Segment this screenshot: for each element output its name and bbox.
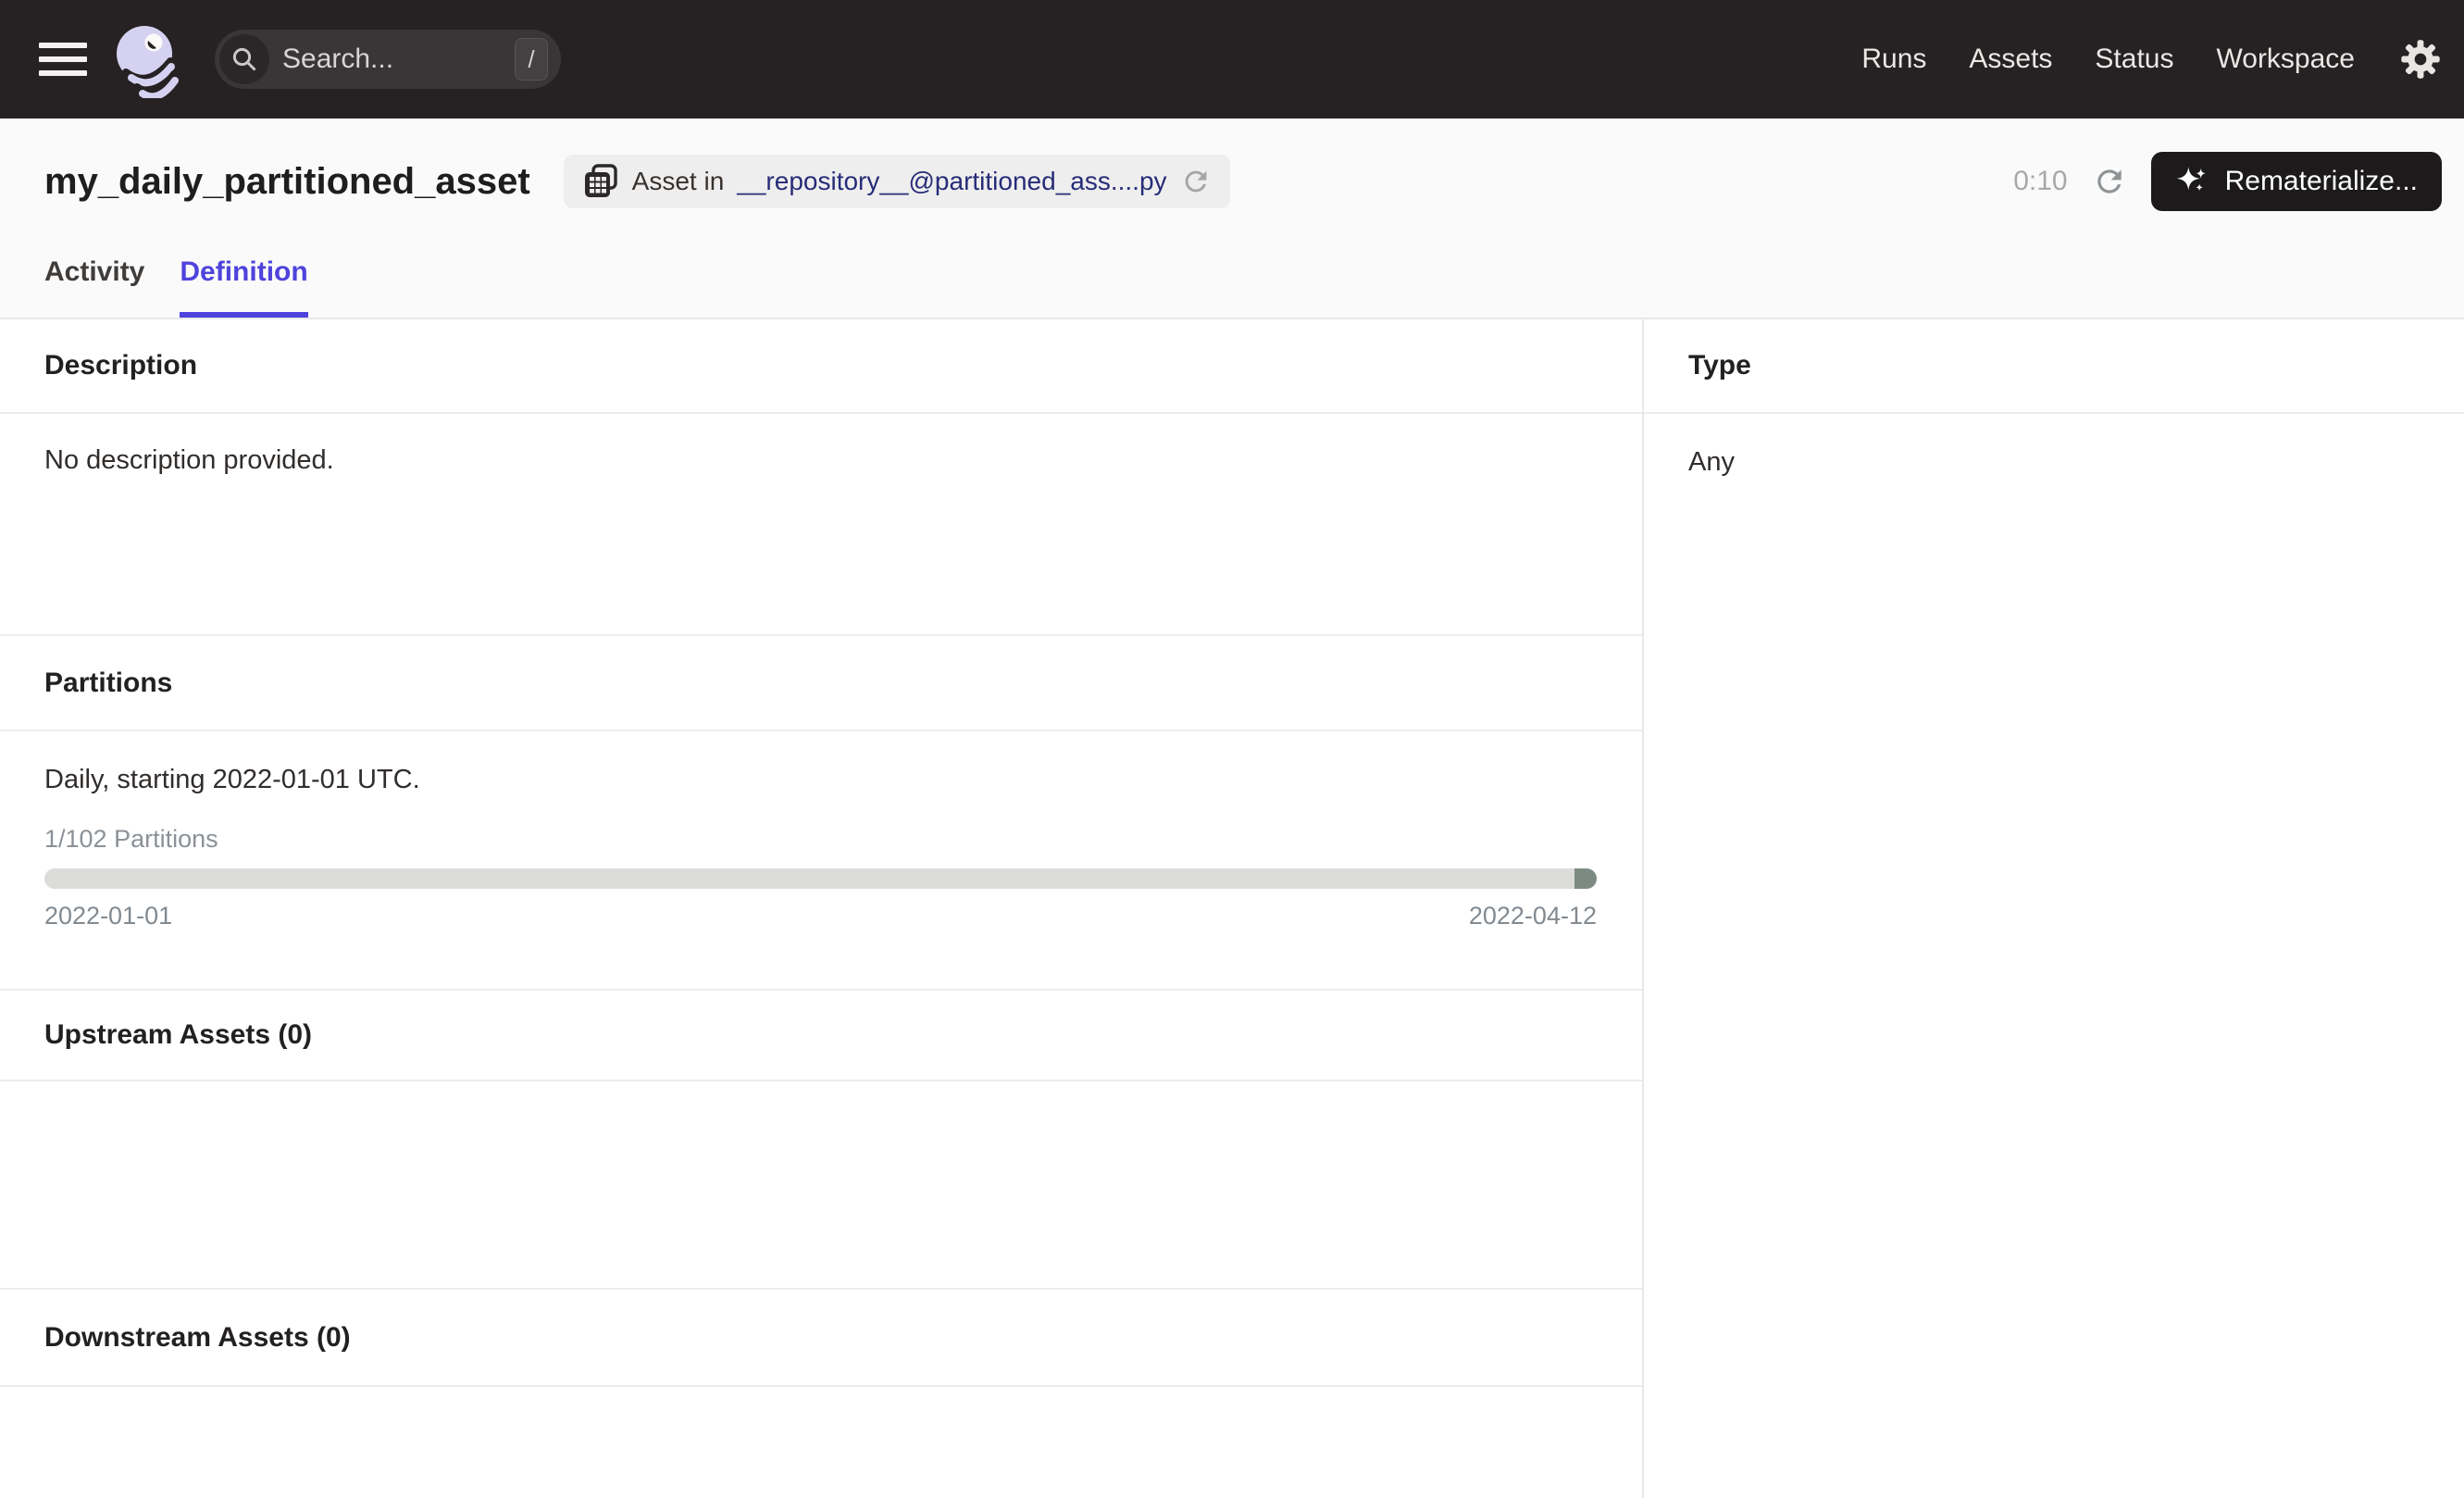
sparkle-icon [2175, 164, 2210, 199]
partition-progress-bar [44, 868, 1597, 889]
menu-button[interactable] [39, 43, 87, 76]
nav-link-runs[interactable]: Runs [1861, 44, 1926, 75]
main-content: Description No description provided. Par… [0, 319, 2464, 1498]
upstream-assets-body [0, 1081, 1642, 1290]
reload-repository-icon[interactable] [1180, 166, 1212, 197]
type-column: Type Any [1644, 319, 2464, 1498]
downstream-assets-header: Downstream Assets (0) [0, 1290, 1642, 1387]
type-section-header: Type [1644, 319, 2464, 414]
asset-location-badge: Asset in __repository__@partitioned_ass.… [564, 155, 1230, 208]
type-value: Any [1644, 414, 2464, 478]
partition-schedule-text: Daily, starting 2022-01-01 UTC. [44, 765, 1597, 795]
partition-progress-fill [1574, 868, 1597, 889]
repository-link[interactable]: __repository__@partitioned_ass....py [737, 167, 1166, 196]
partition-range-start: 2022-01-01 [44, 902, 172, 930]
settings-button[interactable] [2399, 38, 2442, 81]
downstream-assets-body [0, 1387, 1642, 1498]
tab-bar: Activity Definition [44, 256, 308, 318]
search-shortcut-badge: / [515, 38, 548, 81]
nav-link-status[interactable]: Status [2095, 44, 2173, 75]
hamburger-icon [39, 70, 87, 76]
partition-progress-label: 1/102 Partitions [44, 825, 1597, 854]
refresh-countdown: 0:10 [2013, 166, 2067, 197]
search-icon [219, 34, 269, 84]
tab-activity[interactable]: Activity [44, 256, 144, 318]
partitions-section-header: Partitions [0, 636, 1642, 731]
rematerialize-label: Rematerialize... [2225, 166, 2418, 197]
partitions-body: Daily, starting 2022-01-01 UTC. 1/102 Pa… [0, 731, 1642, 991]
description-body: No description provided. [0, 414, 1642, 636]
rematerialize-button[interactable]: Rematerialize... [2151, 152, 2442, 211]
definition-column: Description No description provided. Par… [0, 319, 1644, 1498]
repository-icon [582, 163, 619, 200]
header-actions: 0:10 Rematerialize... [2013, 152, 2442, 211]
upstream-assets-header: Upstream Assets (0) [0, 991, 1642, 1081]
search-box[interactable]: / [215, 30, 561, 89]
dagster-logo-icon[interactable] [109, 20, 187, 98]
hamburger-icon [39, 43, 87, 48]
hamburger-icon [39, 56, 87, 62]
description-section-header: Description [0, 319, 1642, 414]
top-navbar: / Runs Assets Status Workspace [0, 0, 2464, 119]
partition-range-end: 2022-04-12 [1469, 902, 1597, 930]
title-row: my_daily_partitioned_asset Asset in __re… [0, 119, 2464, 211]
refresh-icon[interactable] [2092, 164, 2127, 199]
page-header: my_daily_partitioned_asset Asset in __re… [0, 119, 2464, 319]
search-input[interactable] [282, 44, 458, 75]
navbar-links: Runs Assets Status Workspace [1861, 44, 2355, 75]
nav-link-workspace[interactable]: Workspace [2216, 44, 2355, 75]
page-title: my_daily_partitioned_asset [44, 161, 530, 203]
gear-icon [2399, 38, 2442, 81]
asset-badge-prefix: Asset in [632, 167, 725, 196]
tab-definition[interactable]: Definition [180, 256, 307, 318]
nav-link-assets[interactable]: Assets [1969, 44, 2052, 75]
partition-range-row: 2022-01-01 2022-04-12 [44, 902, 1597, 930]
